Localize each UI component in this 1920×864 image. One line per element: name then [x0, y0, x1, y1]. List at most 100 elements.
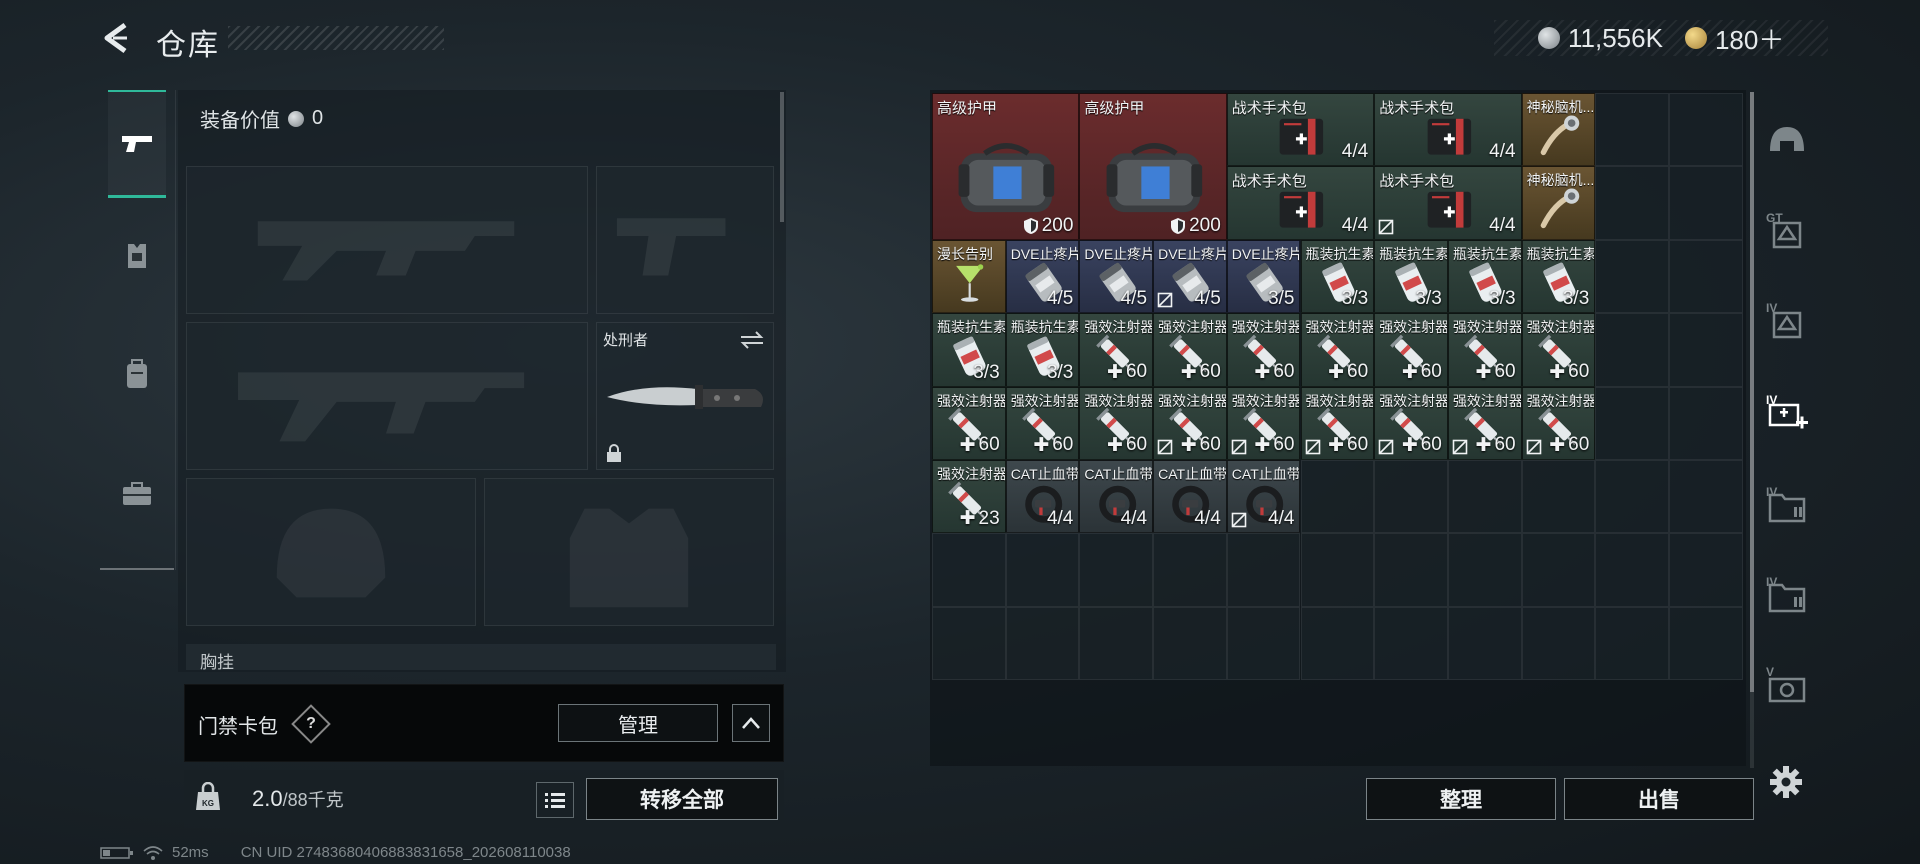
stash-item[interactable]: 强效注射器 ✚ 60 [1521, 386, 1596, 460]
stash-cell[interactable] [1447, 533, 1522, 607]
stash-item[interactable]: DVE止疼片 3/5 [1226, 239, 1301, 314]
stash-cell[interactable] [1669, 460, 1743, 534]
stash-item[interactable]: CAT止血带 4/4 [1153, 460, 1227, 534]
stash-cell[interactable] [1447, 460, 1522, 534]
stash-item[interactable]: 强效注射器 ✚ 60 [1447, 313, 1522, 387]
secondary-weapon-slot[interactable] [186, 322, 588, 470]
manage-button[interactable]: 管理 [558, 704, 718, 742]
stash-item[interactable]: 强效注射器 ✚ 60 [1079, 313, 1154, 387]
stash-cell[interactable] [1669, 606, 1743, 681]
armor-slot[interactable] [484, 478, 774, 626]
stash-cell[interactable] [1669, 533, 1743, 607]
stash-item[interactable]: 神秘脑机... [1521, 166, 1596, 240]
tab-case[interactable] [108, 440, 166, 548]
stash-cell[interactable] [1595, 166, 1669, 240]
list-view-button[interactable] [536, 782, 574, 818]
tab-weapons[interactable] [108, 90, 166, 198]
stash-item[interactable]: 战术手术包 4/4 [1226, 166, 1375, 240]
pistol-slot[interactable] [596, 166, 774, 314]
stash-item[interactable]: 强效注射器 ✚ 60 [1447, 386, 1522, 460]
stash-cell[interactable] [1669, 313, 1743, 387]
stash-item[interactable]: 强效注射器 ✚ 60 [1300, 313, 1375, 387]
stash-item[interactable]: CAT止血带 4/4 [1005, 460, 1080, 534]
stash-item[interactable]: 瓶装抗生素 3/3 [1521, 239, 1596, 314]
stash-cell[interactable] [1226, 606, 1301, 681]
stash-cell[interactable] [1005, 606, 1080, 681]
stash-item[interactable]: DVE止疼片 4/5 [1005, 239, 1080, 314]
stash-cell[interactable] [1669, 166, 1743, 240]
transfer-all-button[interactable]: 转移全部 [586, 778, 778, 820]
stash-cell[interactable] [1521, 533, 1596, 607]
stash-cell[interactable] [932, 606, 1006, 681]
stash-cell[interactable] [1374, 606, 1448, 681]
stash-cell[interactable] [1521, 606, 1596, 681]
stash-item[interactable]: DVE止疼片 4/5 [1153, 239, 1227, 314]
melee-slot[interactable]: 处刑者 [596, 322, 774, 470]
stash-item[interactable]: DVE止疼片 4/5 [1079, 239, 1154, 314]
stash-cell[interactable] [932, 533, 1006, 607]
helmet-slot[interactable] [186, 478, 476, 626]
stash-item[interactable]: 强效注射器 ✚ 60 [1153, 386, 1227, 460]
stash-item[interactable]: 强效注射器 ✚ 60 [1079, 386, 1154, 460]
stash-item[interactable]: 瓶装抗生素 3/3 [932, 313, 1006, 387]
stash-cell[interactable] [1226, 533, 1301, 607]
stash-cell[interactable] [1595, 606, 1669, 681]
category-tab[interactable] [1756, 106, 1818, 178]
stash-scrollbar[interactable] [1750, 92, 1754, 692]
stash-item[interactable]: 强效注射器 ✚ 60 [1005, 386, 1080, 460]
category-tab[interactable]: V [1756, 650, 1818, 722]
stash-item[interactable]: 强效注射器 ✚ 60 [1300, 386, 1375, 460]
stash-cell[interactable] [1153, 533, 1227, 607]
stash-cell[interactable] [1005, 533, 1080, 607]
category-tab[interactable]: IV [1756, 470, 1818, 542]
stash-cell[interactable] [1447, 606, 1522, 681]
stash-item[interactable]: 强效注射器 ✚ 60 [932, 386, 1006, 460]
stash-item[interactable]: 瓶装抗生素 3/3 [1300, 239, 1375, 314]
tab-backpack[interactable] [108, 320, 166, 428]
swap-icon[interactable] [739, 329, 765, 351]
stash-item[interactable]: 强效注射器 ✚ 23 [932, 460, 1006, 534]
stash-cell[interactable] [1595, 460, 1669, 534]
category-tab[interactable]: IV [1756, 378, 1818, 450]
stash-item[interactable]: 战术手术包 4/4 [1374, 93, 1522, 167]
stash-item[interactable]: 强效注射器 ✚ 60 [1374, 313, 1448, 387]
stash-item[interactable]: 瓶装抗生素 3/3 [1374, 239, 1448, 314]
stash-item[interactable]: 瓶装抗生素 3/3 [1005, 313, 1080, 387]
category-tab[interactable]: IV [1756, 286, 1818, 358]
primary-weapon-slot[interactable] [186, 166, 588, 314]
category-tab[interactable]: GT [1756, 196, 1818, 268]
stash-cell[interactable] [1079, 606, 1154, 681]
stash-cell[interactable] [1595, 533, 1669, 607]
stash-cell[interactable] [1153, 606, 1227, 681]
stash-item[interactable]: 强效注射器 ✚ 60 [1226, 386, 1301, 460]
stash-cell[interactable] [1374, 460, 1448, 534]
collapse-button[interactable] [732, 704, 770, 742]
loadout-scrollbar[interactable] [780, 92, 784, 222]
stash-item[interactable]: 瓶装抗生素 3/3 [1447, 239, 1522, 314]
stash-item[interactable]: CAT止血带 4/4 [1079, 460, 1154, 534]
stash-cell[interactable] [1595, 313, 1669, 387]
stash-cell[interactable] [1300, 606, 1375, 681]
back-button[interactable] [96, 18, 136, 58]
stash-cell[interactable] [1669, 93, 1743, 167]
stash-cell[interactable] [1521, 460, 1596, 534]
stash-cell[interactable] [1374, 533, 1448, 607]
sell-button[interactable]: 出售 [1564, 778, 1754, 820]
stash-item[interactable]: 战术手术包 4/4 [1374, 166, 1522, 240]
stash-cell[interactable] [1669, 239, 1743, 314]
stash-item[interactable]: 强效注射器 ✚ 60 [1226, 313, 1301, 387]
stash-cell[interactable] [1669, 386, 1743, 460]
stash-cell[interactable] [1300, 460, 1375, 534]
category-tab[interactable]: IV [1756, 560, 1818, 632]
stash-cell[interactable] [1595, 386, 1669, 460]
stash-item[interactable]: 强效注射器 ✚ 60 [1521, 313, 1596, 387]
tab-armor[interactable] [108, 202, 166, 310]
stash-cell[interactable] [1595, 239, 1669, 314]
stash-item[interactable]: 高级护甲 200 [1079, 93, 1227, 240]
stash-item[interactable]: 战术手术包 4/4 [1226, 93, 1375, 167]
stash-cell[interactable] [1079, 533, 1154, 607]
stash-item[interactable]: 强效注射器 ✚ 60 [1374, 386, 1448, 460]
stash-cell[interactable] [1595, 93, 1669, 167]
settings-button[interactable] [1764, 760, 1808, 804]
stash-cell[interactable] [1300, 533, 1375, 607]
